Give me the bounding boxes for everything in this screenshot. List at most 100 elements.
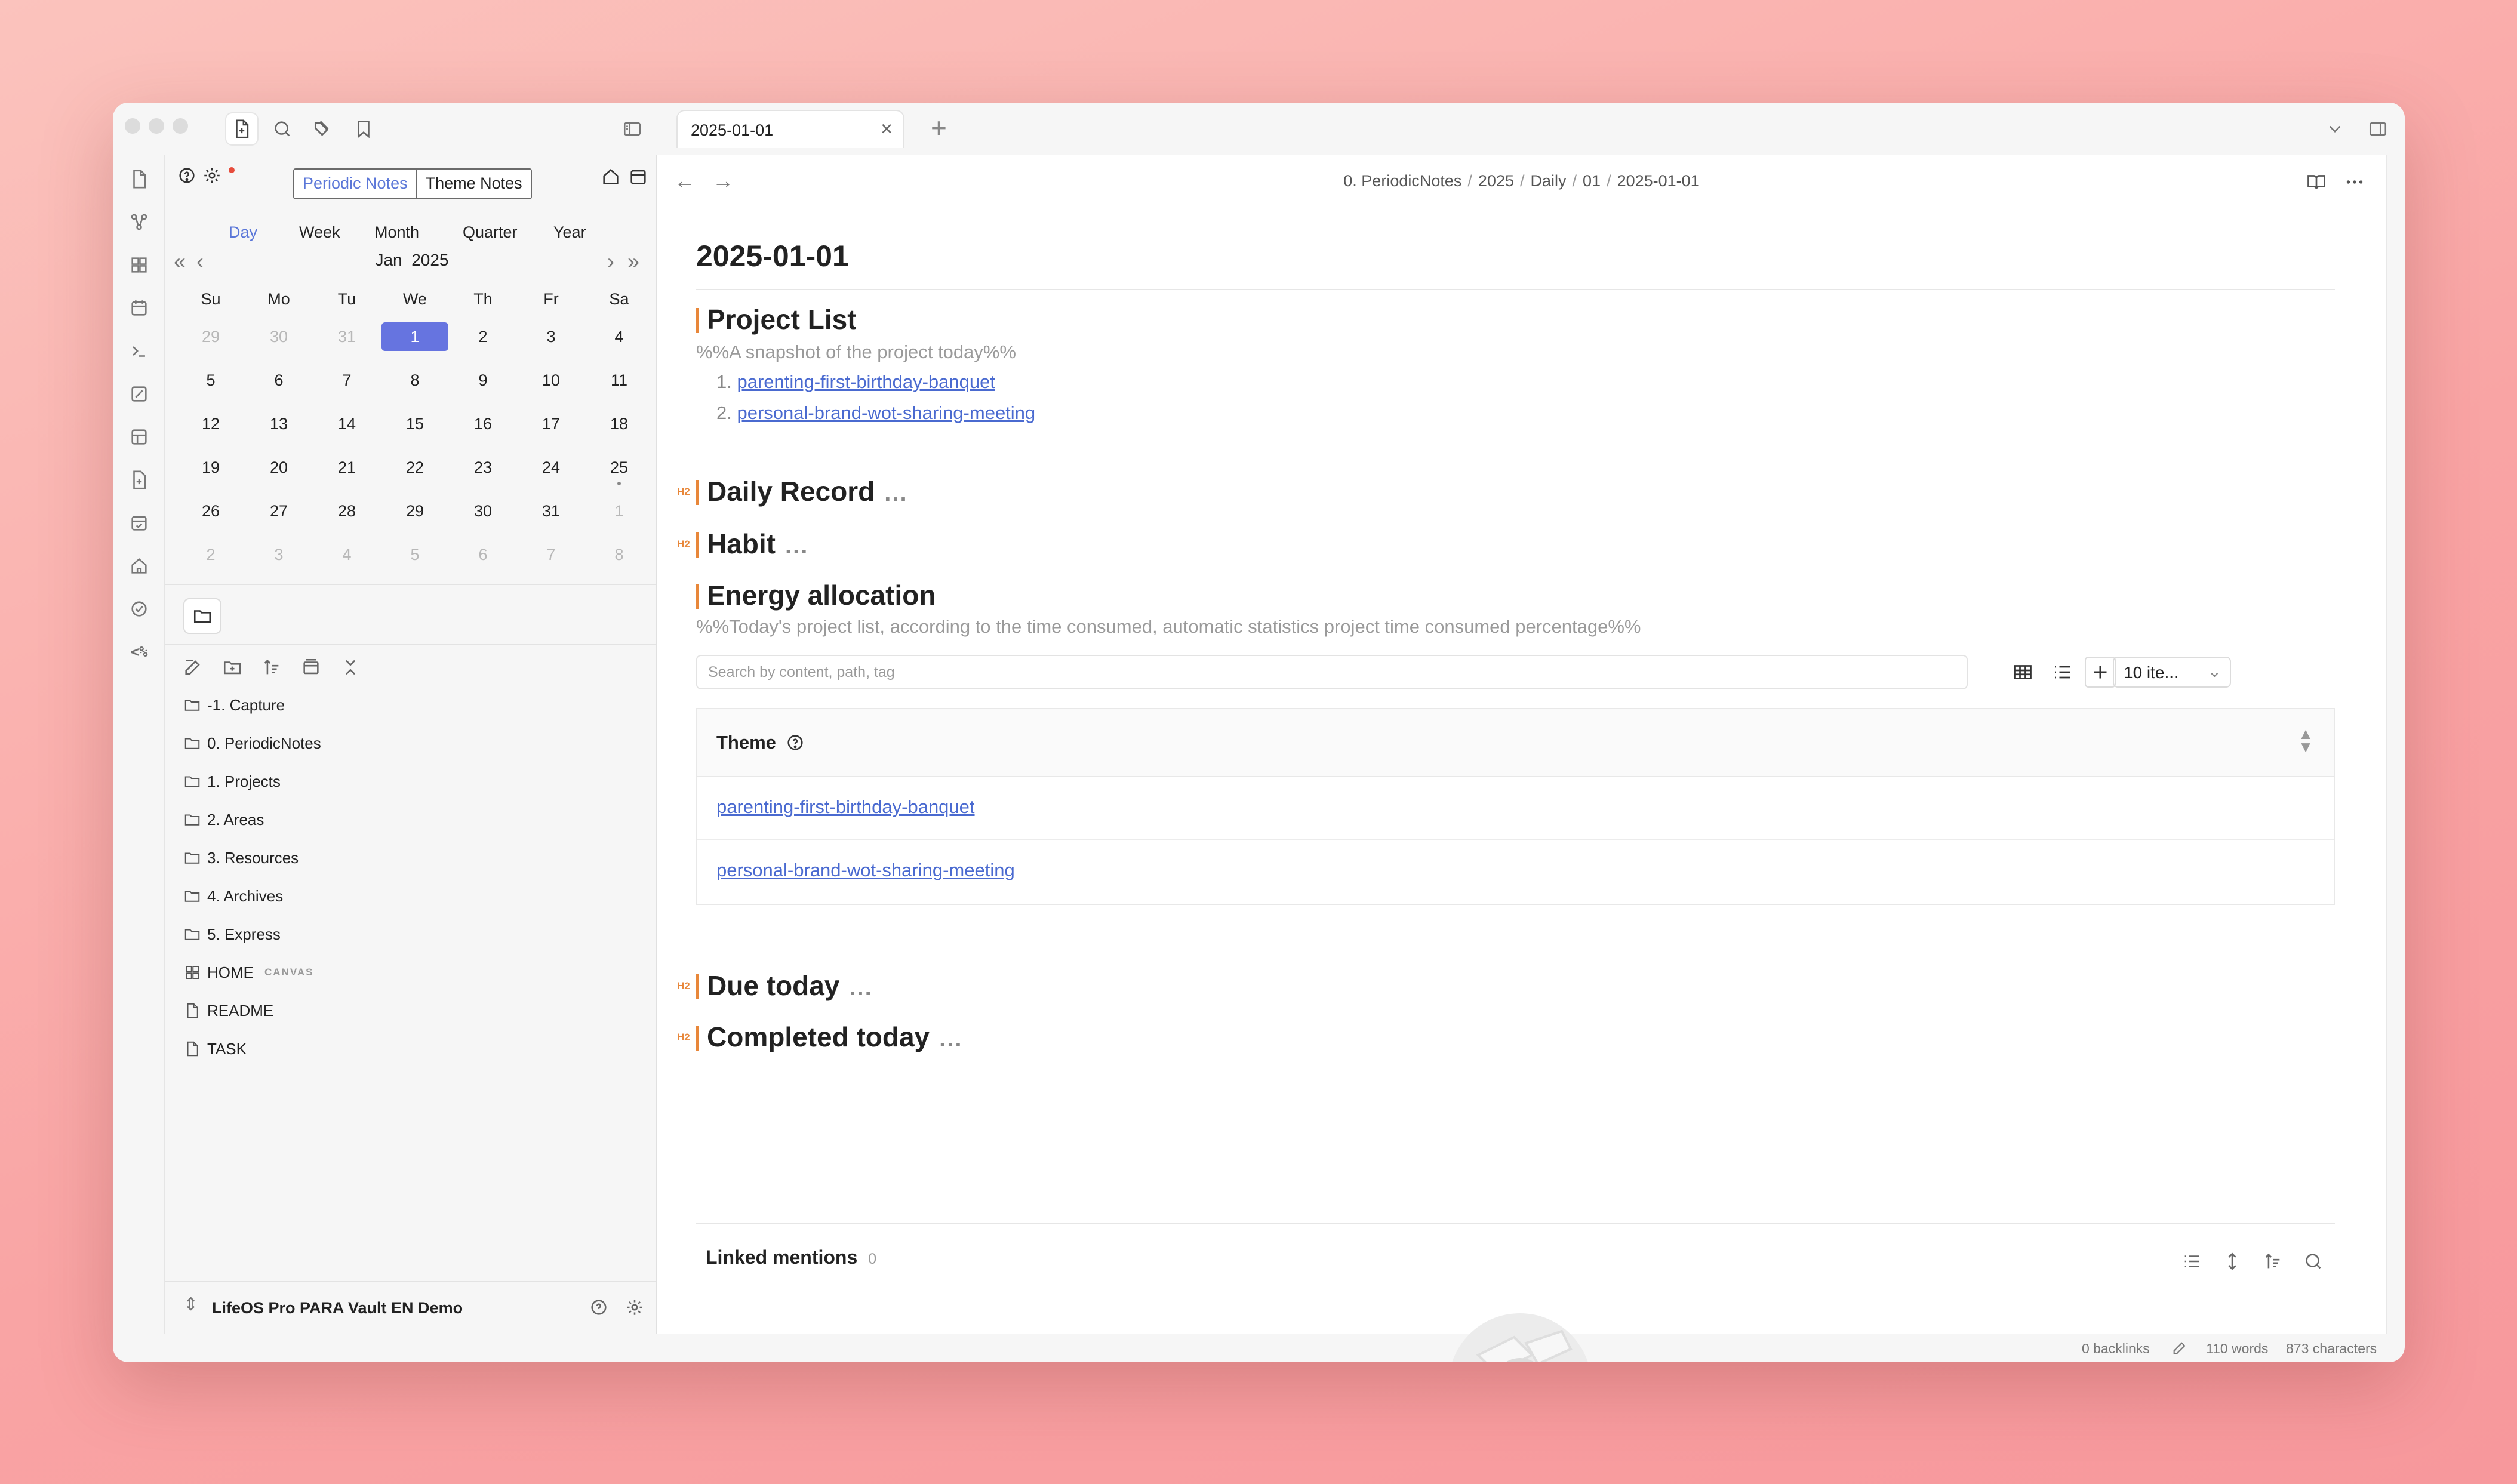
folded-indicator[interactable]: ... [785,532,808,559]
notes-type-toggle[interactable]: Periodic Notes Theme Notes [293,168,532,199]
canvas-button[interactable] [126,252,152,278]
heading-completed-today[interactable]: H2 Completed today... [677,1021,963,1053]
folder-item[interactable]: 0. PeriodicNotes [183,728,321,758]
calendar-day[interactable]: 14 [317,410,377,438]
heading-project-list[interactable]: Project List [696,303,857,335]
calendar-day[interactable]: 11 [589,366,649,395]
calendar-day[interactable]: 22 [385,453,445,482]
new-folder-button[interactable] [219,654,245,681]
calendar-day[interactable]: 5 [385,540,445,569]
calendar-button[interactable] [126,295,152,321]
folder-item[interactable]: 5. Express [183,919,281,949]
command-palette-button[interactable] [126,338,152,364]
calendar-day[interactable]: 16 [453,410,513,438]
file-item[interactable]: README [183,996,273,1026]
calendar-day[interactable]: 8 [385,366,445,395]
calendar-day[interactable]: 2 [181,540,241,569]
templater-button[interactable]: <% [126,639,152,665]
folder-item[interactable]: 3. Resources [183,843,299,873]
calendar-day[interactable]: 12 [181,410,241,438]
file-item[interactable]: TASK [183,1034,247,1064]
project-link[interactable]: parenting-first-birthday-banquet [737,371,995,392]
calendar-day[interactable]: 6 [249,366,309,395]
calendar-day[interactable]: 31 [521,497,581,525]
toggle-left-sidebar-button[interactable] [617,113,648,144]
zoom-window-button[interactable] [173,118,188,134]
auto-reveal-button[interactable] [298,654,324,681]
calendar-day[interactable]: 26 [181,497,241,525]
files-view-button[interactable] [226,113,257,144]
heading-energy-allocation[interactable]: Energy allocation [696,579,936,611]
calendar-day[interactable]: 29 [181,322,241,351]
folded-indicator[interactable]: ... [884,480,907,506]
show-more-context-button[interactable] [2218,1248,2246,1275]
close-icon[interactable]: × [881,118,893,140]
theme-link[interactable]: parenting-first-birthday-banquet [716,796,975,818]
reading-view-button[interactable] [2303,168,2330,196]
folded-indicator[interactable]: ... [849,974,872,1000]
new-note-button[interactable] [180,654,206,681]
folded-indicator[interactable]: ... [939,1026,962,1052]
more-options-button[interactable] [2341,168,2368,196]
pencil-icon[interactable] [2171,1340,2188,1360]
calendar-day[interactable]: 2 [453,322,513,351]
table-search-input[interactable] [697,656,1967,688]
note-title[interactable]: 2025-01-01 [696,239,849,273]
calendar-day[interactable]: 17 [521,410,581,438]
sort-button[interactable] [259,654,285,681]
toggle-right-sidebar-button[interactable] [2362,113,2393,144]
calendar-day[interactable]: 8 [589,540,649,569]
folder-item[interactable]: 4. Archives [183,881,283,911]
today-button[interactable] [625,164,651,190]
collapse-results-button[interactable] [2178,1248,2205,1275]
calendar-settings-button[interactable] [199,162,225,189]
calendar-day[interactable]: 4 [317,540,377,569]
calendar-day[interactable]: 29 [385,497,445,525]
calendar-day[interactable]: 21 [317,453,377,482]
file-item[interactable]: HOME CANVAS [183,957,314,987]
period-tab-year[interactable]: Year [553,223,586,242]
sort-toggle-icon[interactable]: ▲ ▼ [2298,726,2313,755]
tasks-button[interactable] [126,596,152,622]
calendar-day[interactable]: 24 [521,453,581,482]
close-window-button[interactable] [125,118,140,134]
calendar-day[interactable]: 27 [249,497,309,525]
toggle-theme-notes[interactable]: Theme Notes [417,170,531,198]
column-header-theme[interactable]: Theme [716,732,805,753]
calendar-day[interactable]: 30 [249,322,309,351]
settings-button[interactable] [621,1294,648,1320]
tab-list-button[interactable] [2319,113,2350,144]
calendar-day-today[interactable]: 1 [381,322,448,351]
calendar-day[interactable]: 3 [521,322,581,351]
new-tab-button[interactable]: + [931,111,947,144]
breadcrumb-item[interactable]: Daily [1531,172,1567,190]
calendar-day[interactable]: 23 [453,453,513,482]
search-mentions-button[interactable] [2300,1248,2327,1275]
add-row-button[interactable] [2085,657,2116,688]
home-note-button[interactable] [598,164,624,190]
backlinks-count[interactable]: 0 backlinks [2082,1341,2150,1357]
toggle-periodic-notes[interactable]: Periodic Notes [294,170,417,198]
search-view-button[interactable] [267,113,298,144]
calendar-day[interactable]: 3 [249,540,309,569]
calendar-day[interactable]: 30 [453,497,513,525]
calendar-day[interactable]: 28 [317,497,377,525]
minimize-window-button[interactable] [149,118,164,134]
calendar-day[interactable]: 19 [181,453,241,482]
tab-2025-01-01[interactable]: 2025-01-01 × [676,110,904,148]
file-explorer-tab[interactable] [183,598,221,634]
heading-due-today[interactable]: H2 Due today... [677,969,873,1002]
items-per-page-select[interactable]: 10 ite... ⌄ [2113,657,2231,688]
tags-view-button[interactable] [307,113,339,144]
excalidraw-button[interactable] [126,381,152,407]
calendar-day[interactable]: 9 [453,366,513,395]
home-button[interactable] [126,553,152,579]
daily-note-button[interactable] [126,166,152,192]
change-sort-button[interactable] [2259,1248,2287,1275]
period-tab-week[interactable]: Week [299,223,340,242]
breadcrumb-item[interactable]: 2025-01-01 [1617,172,1700,190]
list-view-button[interactable] [2047,657,2078,688]
breadcrumb-item[interactable]: 0. PeriodicNotes [1343,172,1461,190]
calendar-day[interactable]: 4 [589,322,649,351]
calendar-day[interactable]: 10 [521,366,581,395]
